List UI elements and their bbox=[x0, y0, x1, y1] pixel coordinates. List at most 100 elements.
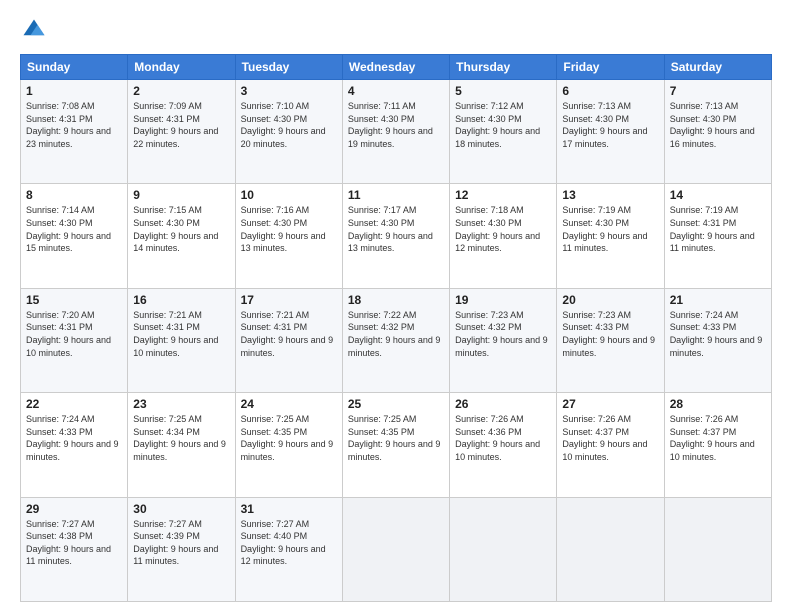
day-number: 2 bbox=[133, 84, 229, 98]
weekday-header-monday: Monday bbox=[128, 55, 235, 80]
day-info: Sunrise: 7:22 AMSunset: 4:32 PMDaylight:… bbox=[348, 309, 444, 359]
day-info: Sunrise: 7:13 AMSunset: 4:30 PMDaylight:… bbox=[670, 100, 766, 150]
weekday-header-friday: Friday bbox=[557, 55, 664, 80]
day-info: Sunrise: 7:19 AMSunset: 4:31 PMDaylight:… bbox=[670, 204, 766, 254]
day-info: Sunrise: 7:21 AMSunset: 4:31 PMDaylight:… bbox=[241, 309, 337, 359]
day-cell: 1 Sunrise: 7:08 AMSunset: 4:31 PMDaylight… bbox=[21, 80, 128, 184]
day-info: Sunrise: 7:25 AMSunset: 4:35 PMDaylight:… bbox=[241, 413, 337, 463]
day-info: Sunrise: 7:27 AMSunset: 4:40 PMDaylight:… bbox=[241, 518, 337, 568]
header bbox=[20, 16, 772, 44]
day-cell: 15 Sunrise: 7:20 AMSunset: 4:31 PMDayligh… bbox=[21, 288, 128, 392]
day-cell: 22 Sunrise: 7:24 AMSunset: 4:33 PMDayligh… bbox=[21, 393, 128, 497]
day-cell: 5Sunrise: 7:12 AMSunset: 4:30 PMDaylight… bbox=[450, 80, 557, 184]
day-number: 24 bbox=[241, 397, 337, 411]
day-number: 25 bbox=[348, 397, 444, 411]
page: SundayMondayTuesdayWednesdayThursdayFrid… bbox=[0, 0, 792, 612]
day-number: 6 bbox=[562, 84, 658, 98]
week-row-3: 15 Sunrise: 7:20 AMSunset: 4:31 PMDayligh… bbox=[21, 288, 772, 392]
day-number: 29 bbox=[26, 502, 122, 516]
day-info: Sunrise: 7:27 AMSunset: 4:39 PMDaylight:… bbox=[133, 518, 229, 568]
day-cell: 4 Sunrise: 7:11 AMSunset: 4:30 PMDaylight… bbox=[342, 80, 449, 184]
day-info: Sunrise: 7:25 AMSunset: 4:35 PMDaylight:… bbox=[348, 413, 444, 463]
day-number: 14 bbox=[670, 188, 766, 202]
day-cell bbox=[664, 497, 771, 601]
day-info: Sunrise: 7:21 AMSunset: 4:31 PMDaylight:… bbox=[133, 309, 229, 359]
weekday-header-sunday: Sunday bbox=[21, 55, 128, 80]
day-cell bbox=[342, 497, 449, 601]
day-cell: 28 Sunrise: 7:26 AMSunset: 4:37 PMDayligh… bbox=[664, 393, 771, 497]
day-cell: 19 Sunrise: 7:23 AMSunset: 4:32 PMDayligh… bbox=[450, 288, 557, 392]
day-cell: 16 Sunrise: 7:21 AMSunset: 4:31 PMDayligh… bbox=[128, 288, 235, 392]
logo bbox=[20, 16, 52, 44]
day-info: Sunrise: 7:23 AMSunset: 4:33 PMDaylight:… bbox=[562, 309, 658, 359]
day-info: Sunrise: 7:27 AMSunset: 4:38 PMDaylight:… bbox=[26, 518, 122, 568]
day-info: Sunrise: 7:13 AMSunset: 4:30 PMDaylight:… bbox=[562, 100, 658, 150]
day-cell: 24 Sunrise: 7:25 AMSunset: 4:35 PMDayligh… bbox=[235, 393, 342, 497]
day-number: 28 bbox=[670, 397, 766, 411]
day-info: Sunrise: 7:19 AMSunset: 4:30 PMDaylight:… bbox=[562, 204, 658, 254]
day-number: 27 bbox=[562, 397, 658, 411]
day-info: Sunrise: 7:26 AMSunset: 4:37 PMDaylight:… bbox=[562, 413, 658, 463]
day-number: 22 bbox=[26, 397, 122, 411]
day-cell: 25 Sunrise: 7:25 AMSunset: 4:35 PMDayligh… bbox=[342, 393, 449, 497]
day-cell: 11Sunrise: 7:17 AMSunset: 4:30 PMDayligh… bbox=[342, 184, 449, 288]
day-number: 26 bbox=[455, 397, 551, 411]
day-info: Sunrise: 7:11 AMSunset: 4:30 PMDaylight:… bbox=[348, 100, 444, 150]
week-row-4: 22 Sunrise: 7:24 AMSunset: 4:33 PMDayligh… bbox=[21, 393, 772, 497]
day-cell: 9Sunrise: 7:15 AMSunset: 4:30 PMDaylight… bbox=[128, 184, 235, 288]
day-cell bbox=[557, 497, 664, 601]
day-cell: 30 Sunrise: 7:27 AMSunset: 4:39 PMDayligh… bbox=[128, 497, 235, 601]
day-cell bbox=[450, 497, 557, 601]
day-info: Sunrise: 7:16 AMSunset: 4:30 PMDaylight:… bbox=[241, 204, 337, 254]
week-row-2: 8 Sunrise: 7:14 AMSunset: 4:30 PMDaylight… bbox=[21, 184, 772, 288]
day-cell: 31 Sunrise: 7:27 AMSunset: 4:40 PMDayligh… bbox=[235, 497, 342, 601]
calendar-table: SundayMondayTuesdayWednesdayThursdayFrid… bbox=[20, 54, 772, 602]
day-cell: 26 Sunrise: 7:26 AMSunset: 4:36 PMDayligh… bbox=[450, 393, 557, 497]
day-info: Sunrise: 7:09 AMSunset: 4:31 PMDaylight:… bbox=[133, 100, 229, 150]
day-number: 23 bbox=[133, 397, 229, 411]
day-number: 30 bbox=[133, 502, 229, 516]
day-info: Sunrise: 7:14 AMSunset: 4:30 PMDaylight:… bbox=[26, 204, 122, 254]
day-number: 18 bbox=[348, 293, 444, 307]
day-number: 15 bbox=[26, 293, 122, 307]
day-info: Sunrise: 7:10 AMSunset: 4:30 PMDaylight:… bbox=[241, 100, 337, 150]
day-cell: 2 Sunrise: 7:09 AMSunset: 4:31 PMDaylight… bbox=[128, 80, 235, 184]
day-info: Sunrise: 7:12 AMSunset: 4:30 PMDaylight:… bbox=[455, 100, 551, 150]
day-number: 21 bbox=[670, 293, 766, 307]
day-cell: 8 Sunrise: 7:14 AMSunset: 4:30 PMDaylight… bbox=[21, 184, 128, 288]
logo-icon bbox=[20, 16, 48, 44]
weekday-header-saturday: Saturday bbox=[664, 55, 771, 80]
day-number: 31 bbox=[241, 502, 337, 516]
day-number: 1 bbox=[26, 84, 122, 98]
day-number: 3 bbox=[241, 84, 337, 98]
day-info: Sunrise: 7:24 AMSunset: 4:33 PMDaylight:… bbox=[670, 309, 766, 359]
day-info: Sunrise: 7:26 AMSunset: 4:36 PMDaylight:… bbox=[455, 413, 551, 463]
day-cell: 6 Sunrise: 7:13 AMSunset: 4:30 PMDaylight… bbox=[557, 80, 664, 184]
day-cell: 13Sunrise: 7:19 AMSunset: 4:30 PMDayligh… bbox=[557, 184, 664, 288]
day-cell: 12Sunrise: 7:18 AMSunset: 4:30 PMDayligh… bbox=[450, 184, 557, 288]
day-cell: 18 Sunrise: 7:22 AMSunset: 4:32 PMDayligh… bbox=[342, 288, 449, 392]
day-cell: 14 Sunrise: 7:19 AMSunset: 4:31 PMDayligh… bbox=[664, 184, 771, 288]
day-number: 7 bbox=[670, 84, 766, 98]
day-cell: 7 Sunrise: 7:13 AMSunset: 4:30 PMDaylight… bbox=[664, 80, 771, 184]
day-info: Sunrise: 7:25 AMSunset: 4:34 PMDaylight:… bbox=[133, 413, 229, 463]
week-row-5: 29 Sunrise: 7:27 AMSunset: 4:38 PMDayligh… bbox=[21, 497, 772, 601]
day-number: 12 bbox=[455, 188, 551, 202]
week-row-1: 1 Sunrise: 7:08 AMSunset: 4:31 PMDaylight… bbox=[21, 80, 772, 184]
day-number: 19 bbox=[455, 293, 551, 307]
day-number: 16 bbox=[133, 293, 229, 307]
day-info: Sunrise: 7:23 AMSunset: 4:32 PMDaylight:… bbox=[455, 309, 551, 359]
day-number: 11 bbox=[348, 188, 444, 202]
day-info: Sunrise: 7:08 AMSunset: 4:31 PMDaylight:… bbox=[26, 100, 122, 150]
day-number: 9 bbox=[133, 188, 229, 202]
day-cell: 23 Sunrise: 7:25 AMSunset: 4:34 PMDayligh… bbox=[128, 393, 235, 497]
day-number: 4 bbox=[348, 84, 444, 98]
day-number: 17 bbox=[241, 293, 337, 307]
day-cell: 21 Sunrise: 7:24 AMSunset: 4:33 PMDayligh… bbox=[664, 288, 771, 392]
day-cell: 3 Sunrise: 7:10 AMSunset: 4:30 PMDaylight… bbox=[235, 80, 342, 184]
day-info: Sunrise: 7:24 AMSunset: 4:33 PMDaylight:… bbox=[26, 413, 122, 463]
weekday-header-row: SundayMondayTuesdayWednesdayThursdayFrid… bbox=[21, 55, 772, 80]
day-info: Sunrise: 7:26 AMSunset: 4:37 PMDaylight:… bbox=[670, 413, 766, 463]
day-number: 8 bbox=[26, 188, 122, 202]
day-info: Sunrise: 7:20 AMSunset: 4:31 PMDaylight:… bbox=[26, 309, 122, 359]
